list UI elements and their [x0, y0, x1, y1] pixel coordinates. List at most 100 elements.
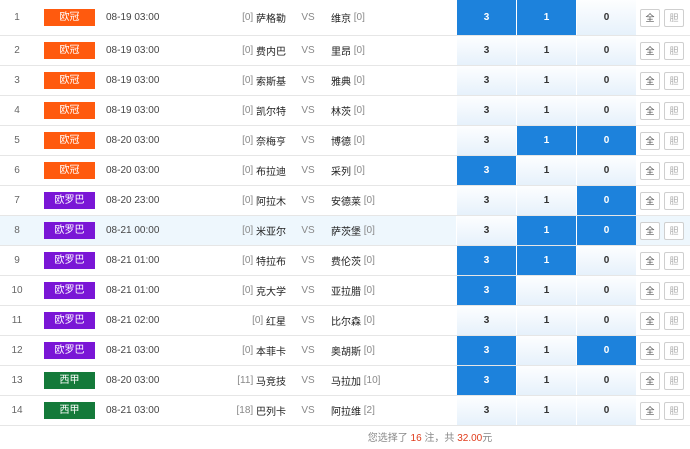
odds-win-button[interactable]: 3 [456, 186, 516, 215]
banker-button[interactable]: 胆 [664, 8, 684, 27]
banker-button[interactable]: 胆 [664, 371, 684, 390]
banker-button[interactable]: 胆 [664, 131, 684, 150]
odds-draw-button[interactable]: 1 [516, 366, 576, 395]
away-team: 马拉加 [10] [331, 366, 441, 395]
select-all-button[interactable]: 全 [640, 281, 660, 300]
select-all-button[interactable]: 全 [640, 251, 660, 270]
odds-win-button[interactable]: 3 [456, 276, 516, 305]
select-all-button[interactable]: 全 [640, 131, 660, 150]
odds-loss-button[interactable]: 0 [576, 186, 636, 215]
match-number: 6 [14, 165, 20, 176]
away-team: 阿拉维 [2] [331, 396, 441, 425]
odds-win-button[interactable]: 3 [456, 336, 516, 365]
banker-button[interactable]: 胆 [664, 191, 684, 210]
odds-loss-button[interactable]: 0 [576, 216, 636, 245]
odds-win-button[interactable]: 3 [456, 216, 516, 245]
select-all-button[interactable]: 全 [640, 41, 660, 60]
banker-button[interactable]: 胆 [664, 341, 684, 360]
odds-win-button[interactable]: 3 [456, 126, 516, 155]
odds-loss-button[interactable]: 0 [576, 336, 636, 365]
odds-draw-button[interactable]: 1 [516, 246, 576, 275]
select-all-button[interactable]: 全 [640, 371, 660, 390]
odds-draw-button[interactable]: 1 [516, 0, 576, 35]
home-rank: [0] [242, 255, 254, 266]
away-rank: [0] [363, 315, 375, 326]
select-all-button[interactable]: 全 [640, 71, 660, 90]
match-row: 7 欧罗巴 08-20 23:00 [0] 阿拉木 VS 安德莱 [0] 3 1 0 全胆 [0, 186, 690, 216]
bet-amount: 32.00 [457, 433, 483, 444]
away-team-name: 比尔森 [331, 317, 361, 328]
odds-loss-button[interactable]: 0 [576, 156, 636, 185]
league-label: 欧罗巴 [44, 192, 95, 209]
home-team-name: 布拉迪 [256, 167, 286, 178]
odds-loss-button[interactable]: 0 [576, 36, 636, 65]
banker-button[interactable]: 胆 [664, 71, 684, 90]
odds-draw-button[interactable]: 1 [516, 216, 576, 245]
away-rank: [0] [363, 255, 375, 266]
home-rank: [0] [242, 195, 254, 206]
away-rank: [0] [353, 75, 365, 86]
odds-draw-button[interactable]: 1 [516, 186, 576, 215]
odds-draw-button[interactable]: 1 [516, 156, 576, 185]
odds-loss-button[interactable]: 0 [576, 66, 636, 95]
odds-win-button[interactable]: 3 [456, 246, 516, 275]
odds-loss-button[interactable]: 0 [576, 126, 636, 155]
vs-label: VS [301, 195, 315, 206]
odds-loss-button[interactable]: 0 [576, 396, 636, 425]
odds-loss-button[interactable]: 0 [576, 96, 636, 125]
banker-button[interactable]: 胆 [664, 221, 684, 240]
odds-draw-button[interactable]: 1 [516, 306, 576, 335]
match-number: 2 [14, 45, 20, 56]
odds-win-button[interactable]: 3 [456, 96, 516, 125]
odds-draw-button[interactable]: 1 [516, 96, 576, 125]
banker-button[interactable]: 胆 [664, 101, 684, 120]
odds-loss-button[interactable]: 0 [576, 276, 636, 305]
odds-draw-button[interactable]: 1 [516, 336, 576, 365]
match-time: 08-19 03:00 [106, 75, 160, 86]
select-all-button[interactable]: 全 [640, 191, 660, 210]
banker-button[interactable]: 胆 [664, 161, 684, 180]
select-all-button[interactable]: 全 [640, 161, 660, 180]
row-actions: 全胆 [640, 36, 690, 65]
odds-draw-button[interactable]: 1 [516, 276, 576, 305]
banker-button[interactable]: 胆 [664, 251, 684, 270]
odds-draw-button[interactable]: 1 [516, 396, 576, 425]
select-all-button[interactable]: 全 [640, 221, 660, 240]
odds-win-button[interactable]: 3 [456, 0, 516, 35]
home-team: [11] 马竞技 [190, 366, 286, 395]
home-rank: [0] [242, 75, 254, 86]
match-row: 1 欧冠 08-19 03:00 [0] 萨格勒 VS 维京 [0] 3 1 0 全胆 [0, 0, 690, 36]
odds-loss-button[interactable]: 0 [576, 366, 636, 395]
odds-win-button[interactable]: 3 [456, 396, 516, 425]
league-label: 西甲 [44, 402, 95, 419]
odds-win-button[interactable]: 3 [456, 156, 516, 185]
banker-button[interactable]: 胆 [664, 41, 684, 60]
select-all-button[interactable]: 全 [640, 341, 660, 360]
odds-win-button[interactable]: 3 [456, 306, 516, 335]
select-all-button[interactable]: 全 [640, 401, 660, 420]
home-team-name: 费内巴 [256, 47, 286, 58]
odds-win-button[interactable]: 3 [456, 36, 516, 65]
home-team-name: 米亚尔 [256, 227, 286, 238]
league-label: 欧冠 [44, 9, 95, 26]
odds-draw-button[interactable]: 1 [516, 126, 576, 155]
away-team-name: 奥胡斯 [331, 347, 361, 358]
odds-win-button[interactable]: 3 [456, 366, 516, 395]
odds-draw-button[interactable]: 1 [516, 66, 576, 95]
league-badge: 欧冠 [44, 66, 95, 95]
banker-button[interactable]: 胆 [664, 281, 684, 300]
home-team: [0] 特拉布 [190, 246, 286, 275]
odds-draw-button[interactable]: 1 [516, 36, 576, 65]
banker-button[interactable]: 胆 [664, 401, 684, 420]
odds-loss-button[interactable]: 0 [576, 246, 636, 275]
league-badge: 欧冠 [44, 156, 95, 185]
select-all-button[interactable]: 全 [640, 101, 660, 120]
banker-button[interactable]: 胆 [664, 311, 684, 330]
vs-label: VS [301, 165, 315, 176]
odds-loss-button[interactable]: 0 [576, 0, 636, 35]
odds-loss-button[interactable]: 0 [576, 306, 636, 335]
select-all-button[interactable]: 全 [640, 8, 660, 27]
league-badge: 欧罗巴 [44, 306, 95, 335]
select-all-button[interactable]: 全 [640, 311, 660, 330]
odds-win-button[interactable]: 3 [456, 66, 516, 95]
